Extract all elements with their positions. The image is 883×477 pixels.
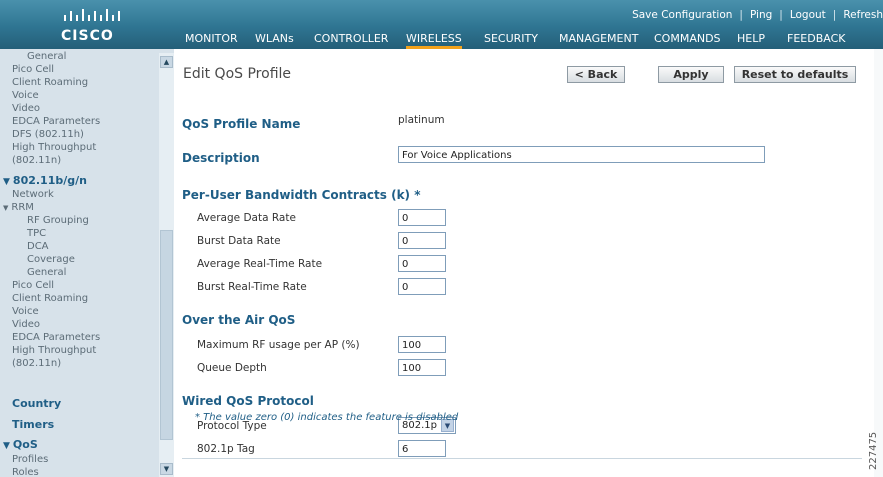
tab-controller[interactable]: CONTROLLER — [314, 32, 388, 49]
sidebar-item-network[interactable]: Network — [12, 189, 54, 200]
burst-data-rate-field[interactable] — [398, 232, 446, 249]
tag-field[interactable] — [398, 440, 446, 457]
reset-to-defaults-button[interactable]: Reset to defaults — [734, 66, 856, 83]
utility-separator: | — [832, 9, 837, 21]
sidebar-item-high-throughput[interactable]: High Throughput — [12, 345, 96, 356]
refresh-link[interactable]: Refresh — [843, 9, 883, 21]
sidebar: General Pico Cell Client Roaming Voice V… — [0, 49, 174, 477]
average-real-time-rate-field[interactable] — [398, 255, 446, 272]
sidebar-item-tpc[interactable]: TPC — [27, 228, 46, 239]
wired-qos-protocol-title: Wired QoS Protocol — [182, 394, 314, 408]
cisco-wordmark: CISCO — [61, 28, 114, 44]
tag-label: 802.1p Tag — [197, 443, 255, 455]
right-gutter — [874, 49, 883, 477]
expand-arrow-icon: ▼ — [3, 204, 9, 212]
queue-depth-label: Queue Depth — [197, 362, 267, 374]
average-data-rate-label: Average Data Rate — [197, 212, 296, 224]
sidebar-item-rf-grouping[interactable]: RF Grouping — [27, 215, 89, 226]
sidebar-item-voice[interactable]: Voice — [12, 90, 39, 101]
sidebar-section-timers[interactable]: Timers — [12, 418, 54, 431]
tab-help[interactable]: HELP — [737, 32, 765, 49]
scroll-down-icon[interactable]: ▼ — [160, 463, 173, 475]
average-data-rate-field[interactable] — [398, 209, 446, 226]
cisco-bars-icon — [64, 9, 120, 21]
expand-arrow-icon: ▼ — [3, 441, 10, 451]
cisco-logo: CISCO — [55, 8, 135, 44]
bandwidth-section-title: Per-User Bandwidth Contracts (k) * — [182, 188, 421, 202]
tab-monitor[interactable]: MONITOR — [185, 32, 238, 49]
sidebar-item-rrm[interactable]: ▼ RRM — [3, 202, 34, 214]
save-configuration-link[interactable]: Save Configuration — [632, 9, 732, 21]
sidebar-item-pico-cell[interactable]: Pico Cell — [12, 280, 54, 291]
sidebar-item-80211n[interactable]: (802.11n) — [12, 155, 61, 166]
description-label: Description — [182, 151, 260, 165]
logout-link[interactable]: Logout — [790, 9, 826, 21]
burst-data-rate-label: Burst Data Rate — [197, 235, 281, 247]
qos-profile-name-value: platinum — [398, 114, 445, 126]
expand-arrow-icon: ▼ — [3, 177, 10, 187]
sidebar-section-80211bgn[interactable]: ▼ 802.11b/g/n — [3, 174, 87, 187]
utility-links: Save Configuration | Ping | Logout | Refresh — [632, 9, 883, 21]
ping-link[interactable]: Ping — [750, 9, 772, 21]
sidebar-item-general[interactable]: General — [27, 51, 66, 62]
sidebar-item-high-throughput[interactable]: High Throughput — [12, 142, 96, 153]
sidebar-item-rrm-general[interactable]: General — [27, 267, 66, 278]
description-field[interactable] — [398, 146, 765, 163]
apply-button[interactable]: Apply — [658, 66, 724, 83]
utility-separator: | — [779, 9, 783, 21]
figure-id: 227475 — [868, 431, 879, 470]
sidebar-item-video[interactable]: Video — [12, 103, 40, 114]
sidebar-item-dfs[interactable]: DFS (802.11h) — [12, 129, 84, 140]
footnote: * The value zero (0) indicates the featu… — [195, 412, 459, 423]
sidebar-scrollbar[interactable]: ▲ ▼ — [159, 53, 174, 477]
sidebar-item-edca-parameters[interactable]: EDCA Parameters — [12, 116, 100, 127]
back-button[interactable]: < Back — [567, 66, 625, 83]
sidebar-item-coverage[interactable]: Coverage — [27, 254, 75, 265]
main-content: Edit QoS Profile < Back Apply Reset to d… — [174, 49, 874, 477]
burst-real-time-rate-label: Burst Real-Time Rate — [197, 281, 307, 293]
tab-management[interactable]: MANAGEMENT — [559, 32, 638, 49]
tab-wireless[interactable]: WIRELESS — [406, 32, 462, 49]
divider — [182, 458, 862, 459]
sidebar-item-client-roaming[interactable]: Client Roaming — [12, 293, 88, 304]
sidebar-item-profiles[interactable]: Profiles — [12, 454, 48, 465]
scrollbar-thumb[interactable] — [160, 230, 173, 440]
utility-separator: | — [739, 9, 743, 21]
sidebar-item-video[interactable]: Video — [12, 319, 40, 330]
sidebar-item-voice[interactable]: Voice — [12, 306, 39, 317]
scroll-up-icon[interactable]: ▲ — [160, 56, 173, 68]
tab-wlans[interactable]: WLANs — [255, 32, 294, 49]
max-rf-usage-label: Maximum RF usage per AP (%) — [197, 339, 360, 351]
tab-security[interactable]: SECURITY — [484, 32, 538, 49]
sidebar-item-client-roaming[interactable]: Client Roaming — [12, 77, 88, 88]
page-title: Edit QoS Profile — [183, 66, 292, 82]
sidebar-item-edca-parameters[interactable]: EDCA Parameters — [12, 332, 100, 343]
burst-real-time-rate-field[interactable] — [398, 278, 446, 295]
tab-feedback[interactable]: FEEDBACK — [787, 32, 845, 49]
max-rf-usage-field[interactable] — [398, 336, 446, 353]
sidebar-section-qos[interactable]: ▼ QoS — [3, 438, 38, 451]
qos-profile-name-label: QoS Profile Name — [182, 117, 301, 131]
sidebar-section-country[interactable]: Country — [12, 397, 61, 410]
average-real-time-rate-label: Average Real-Time Rate — [197, 258, 323, 270]
sidebar-item-80211n[interactable]: (802.11n) — [12, 358, 61, 369]
top-header-bar: CISCO Save Configuration | Ping | Logout | Ref… — [0, 0, 883, 49]
over-the-air-qos-title: Over the Air QoS — [182, 313, 296, 327]
tab-commands[interactable]: COMMANDS — [654, 32, 721, 49]
sidebar-item-roles[interactable]: Roles — [12, 467, 39, 477]
sidebar-item-pico-cell[interactable]: Pico Cell — [12, 64, 54, 75]
sidebar-item-dca[interactable]: DCA — [27, 241, 49, 252]
queue-depth-field[interactable] — [398, 359, 446, 376]
